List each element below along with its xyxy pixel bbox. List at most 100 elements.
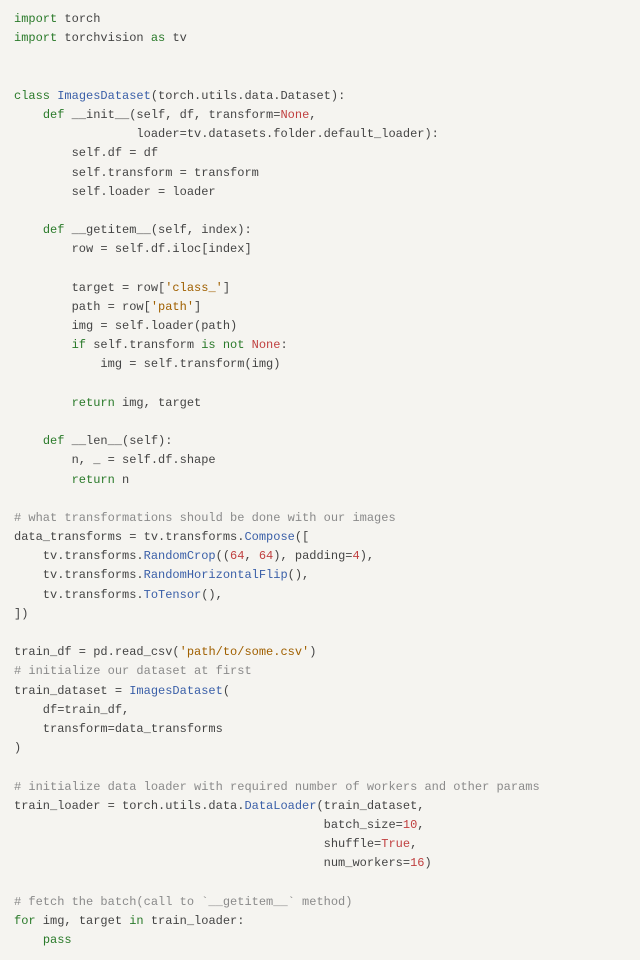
code-text: self.transform = transform [14, 166, 259, 180]
code-text [14, 108, 43, 122]
kw-import: import [14, 12, 57, 26]
code-text: ) [14, 741, 21, 755]
code-text: df=train_df, [14, 703, 129, 717]
number: 10 [403, 818, 417, 832]
code-text: (train_dataset, [316, 799, 424, 813]
code-text: self.loader = loader [14, 185, 216, 199]
kw-def: def [43, 223, 65, 237]
code-text: data_transforms = tv.transforms. [14, 530, 244, 544]
comment: # initialize our dataset at first [14, 664, 252, 678]
code-text: img, target [115, 396, 201, 410]
code-block: import torch import torchvision as tv cl… [0, 0, 640, 960]
code-text [244, 338, 251, 352]
class-name: ImagesDataset [57, 89, 151, 103]
code-text: train_df = pd.read_csv( [14, 645, 180, 659]
code-text: train_dataset = [14, 684, 129, 698]
code-text: img = self.transform(img) [14, 357, 280, 371]
code-text: self.transform [86, 338, 201, 352]
code-text: tv.transforms. [14, 549, 144, 563]
code-text: ] [194, 300, 201, 314]
code-text: train_loader = torch.utils.data. [14, 799, 244, 813]
class-name: ToTensor [144, 588, 202, 602]
kw-pass: pass [43, 933, 72, 947]
kw-import: import [14, 31, 57, 45]
class-name: RandomCrop [144, 549, 216, 563]
string-literal: 'path/to/some.csv' [180, 645, 310, 659]
comment: # initialize data loader with required n… [14, 780, 540, 794]
code-text: train_loader: [144, 914, 245, 928]
kw-not: not [223, 338, 245, 352]
code-text [14, 396, 72, 410]
code-text: num_workers= [14, 856, 410, 870]
code-text: , [244, 549, 258, 563]
code-text: img, target [36, 914, 130, 928]
kw-def: def [43, 434, 65, 448]
class-name: DataLoader [244, 799, 316, 813]
string-literal: 'class_' [165, 281, 223, 295]
code-text: target = row[ [14, 281, 165, 295]
class-name: RandomHorizontalFlip [144, 568, 288, 582]
const-none: None [252, 338, 281, 352]
code-text: torch [57, 12, 100, 26]
kw-class: class [14, 89, 50, 103]
code-text [14, 473, 72, 487]
kw-is: is [201, 338, 215, 352]
number: 4 [352, 549, 359, 563]
class-name: ImagesDataset [129, 684, 223, 698]
code-text: loader=tv.datasets.folder.default_loader… [14, 127, 439, 141]
code-text: : [280, 338, 287, 352]
code-text [14, 338, 72, 352]
code-text [216, 338, 223, 352]
class-name: Compose [244, 530, 294, 544]
code-text [14, 933, 43, 947]
number: 64 [230, 549, 244, 563]
code-text: (), [288, 568, 310, 582]
code-text: , [410, 837, 417, 851]
kw-return: return [72, 396, 115, 410]
kw-return: return [72, 473, 115, 487]
code-text [14, 434, 43, 448]
comment: # fetch the batch(call to `__getitem__` … [14, 895, 352, 909]
number: 16 [410, 856, 424, 870]
code-text: ([ [295, 530, 309, 544]
const-true: True [381, 837, 410, 851]
code-text: batch_size= [14, 818, 403, 832]
code-text [14, 223, 43, 237]
code-text: ), [360, 549, 374, 563]
kw-in: in [129, 914, 143, 928]
code-text: __init__(self, df, transform= [64, 108, 280, 122]
code-text: ) [424, 856, 431, 870]
kw-as: as [151, 31, 165, 45]
code-text: __len__(self): [64, 434, 172, 448]
code-text: ] [223, 281, 230, 295]
kw-if: if [72, 338, 86, 352]
number: 64 [259, 549, 273, 563]
string-literal: 'path' [151, 300, 194, 314]
code-text: , [417, 818, 424, 832]
code-text: path = row[ [14, 300, 151, 314]
code-text: (torch.utils.data.Dataset): [151, 89, 345, 103]
code-text: transform=data_transforms [14, 722, 223, 736]
code-text: , [309, 108, 316, 122]
code-text: tv [165, 31, 187, 45]
code-text: ]) [14, 607, 28, 621]
code-text: n, _ = self.df.shape [14, 453, 216, 467]
kw-for: for [14, 914, 36, 928]
code-text: img = self.loader(path) [14, 319, 237, 333]
code-text: ) [309, 645, 316, 659]
code-text: (( [216, 549, 230, 563]
code-text: ( [223, 684, 230, 698]
code-text: self.df = df [14, 146, 158, 160]
code-text: n [115, 473, 129, 487]
code-text: shuffle= [14, 837, 381, 851]
code-text: row = self.df.iloc[index] [14, 242, 252, 256]
code-text: __getitem__(self, index): [64, 223, 251, 237]
const-none: None [280, 108, 309, 122]
code-text: torchvision [57, 31, 151, 45]
kw-def: def [43, 108, 65, 122]
comment: # what transformations should be done wi… [14, 511, 396, 525]
code-text: ), padding= [273, 549, 352, 563]
code-text: tv.transforms. [14, 588, 144, 602]
code-text: tv.transforms. [14, 568, 144, 582]
code-text: (), [201, 588, 223, 602]
